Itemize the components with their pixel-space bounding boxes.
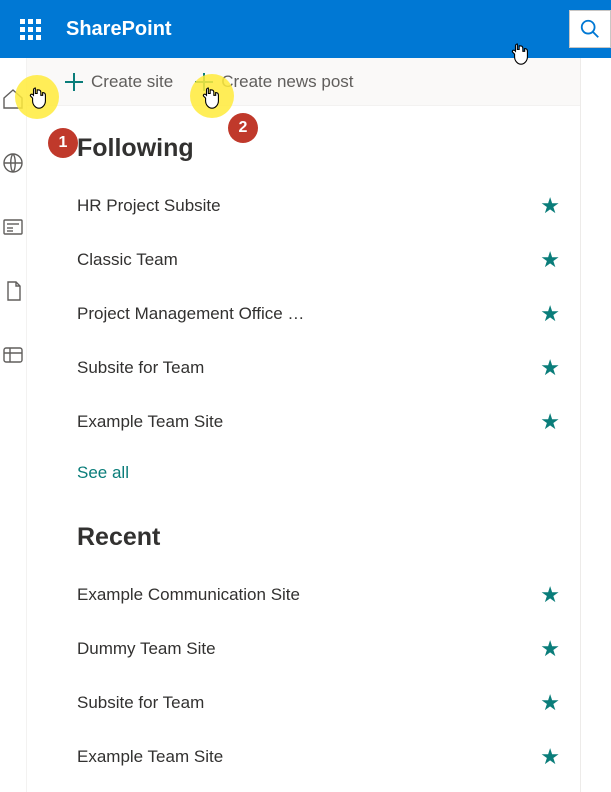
plus-icon xyxy=(65,73,83,91)
star-icon[interactable]: ★ xyxy=(540,301,560,327)
see-all-link[interactable]: See all xyxy=(77,463,129,483)
app-launcher-icon[interactable] xyxy=(12,11,48,47)
star-icon[interactable]: ★ xyxy=(540,690,560,716)
app-header: SharePoint xyxy=(0,0,611,58)
brand-label: SharePoint xyxy=(66,18,172,41)
following-title: Following xyxy=(77,134,580,163)
list-item[interactable]: Classic Team★ xyxy=(77,233,560,287)
annotation-badge: 1 xyxy=(48,128,78,158)
create-news-label: Create news post xyxy=(221,72,353,92)
search-icon xyxy=(579,18,601,40)
globe-icon[interactable] xyxy=(0,150,26,176)
main-column: Create site Create news post Following H… xyxy=(27,58,581,792)
list-item[interactable]: Subsite for Team★ xyxy=(77,676,560,730)
highlight-circle xyxy=(15,75,59,119)
list-item[interactable]: HR Project Subsite★ xyxy=(77,179,560,233)
star-icon[interactable]: ★ xyxy=(540,409,560,435)
list-item[interactable]: Subsite for Team★ xyxy=(77,341,560,395)
list-item[interactable]: Example Communication Site★ xyxy=(77,568,560,622)
recent-title: Recent xyxy=(77,523,580,552)
right-column: News from sites Consumer Retail Function… xyxy=(581,58,611,792)
list-item[interactable]: Example Team Site★ xyxy=(77,730,560,784)
highlight-circle xyxy=(190,74,234,118)
recent-list: Example Communication Site★ Dummy Team S… xyxy=(27,568,580,784)
search-box[interactable] xyxy=(569,10,611,48)
list-item[interactable]: Dummy Team Site★ xyxy=(77,622,560,676)
annotation-badge: 2 xyxy=(228,113,258,143)
lists-icon[interactable] xyxy=(0,342,26,368)
following-list: HR Project Subsite★ Classic Team★ Projec… xyxy=(27,179,580,449)
star-icon[interactable]: ★ xyxy=(540,582,560,608)
news-icon[interactable] xyxy=(0,214,26,240)
star-icon[interactable]: ★ xyxy=(540,355,560,381)
list-item[interactable]: Project Management Office …★ xyxy=(77,287,560,341)
star-icon[interactable]: ★ xyxy=(540,193,560,219)
list-item[interactable]: Example Team Site★ xyxy=(77,395,560,449)
action-bar: Create site Create news post xyxy=(27,58,580,106)
create-site-button[interactable]: Create site xyxy=(65,72,173,92)
star-icon[interactable]: ★ xyxy=(540,744,560,770)
files-icon[interactable] xyxy=(0,278,26,304)
left-nav xyxy=(0,58,27,792)
star-icon[interactable]: ★ xyxy=(540,636,560,662)
star-icon[interactable]: ★ xyxy=(540,247,560,273)
create-site-label: Create site xyxy=(91,72,173,92)
